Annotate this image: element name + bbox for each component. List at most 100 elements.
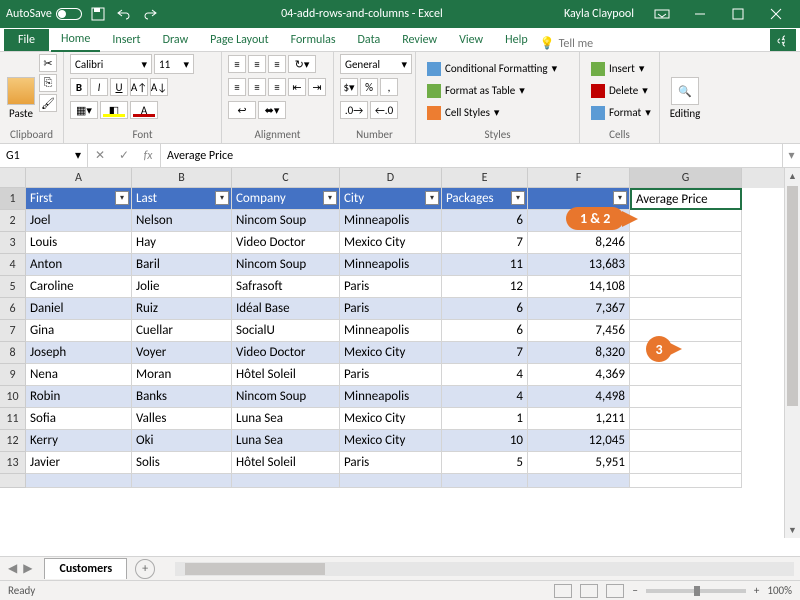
table-cell[interactable]: 13,683 (528, 254, 630, 276)
tab-review[interactable]: Review (392, 29, 447, 51)
table-cell[interactable]: Nelson (132, 210, 232, 232)
editing-button[interactable]: 🔍 Editing (666, 54, 704, 120)
table-cell[interactable]: Minneapolis (340, 320, 442, 342)
fx-icon[interactable]: fx (136, 149, 160, 163)
align-center-button[interactable]: ≡ (248, 78, 266, 96)
table-cell[interactable]: Mexico City (340, 408, 442, 430)
orientation-button[interactable]: ↻▾ (288, 55, 316, 73)
table-cell[interactable]: Nincom Soup (232, 210, 340, 232)
row-header-13[interactable]: 13 (0, 452, 26, 474)
table-cell[interactable]: Safrasoft (232, 276, 340, 298)
row-header-6[interactable]: 6 (0, 298, 26, 320)
table-cell[interactable] (630, 320, 742, 342)
table-cell[interactable]: Jolie (132, 276, 232, 298)
table-cell[interactable]: Minneapolis (340, 210, 442, 232)
delete-cells-button[interactable]: Delete▾ (586, 81, 653, 101)
bold-button[interactable]: B (70, 78, 88, 96)
increase-decimal-button[interactable]: .0→ (340, 101, 368, 119)
decrease-indent-button[interactable]: ⇤ (288, 78, 306, 96)
table-cell[interactable]: Oki (132, 430, 232, 452)
format-painter-icon[interactable]: 🖌 (39, 94, 57, 112)
shrink-font-button[interactable]: A↓ (150, 78, 168, 96)
table-cell[interactable]: Joel (26, 210, 132, 232)
share-button[interactable] (770, 29, 796, 51)
table-cell[interactable]: Sofia (26, 408, 132, 430)
user-name[interactable]: Kayla Claypool (564, 7, 634, 21)
table-cell[interactable]: Minneapolis (340, 386, 442, 408)
name-box[interactable]: G1▾ (0, 144, 88, 167)
table-header-cell[interactable]: Packages (442, 188, 528, 210)
increase-indent-button[interactable]: ⇥ (308, 78, 326, 96)
row-header-5[interactable]: 5 (0, 276, 26, 298)
cells-area[interactable]: 1 & 2 3 FirstLastCompanyCityPackagesAver… (26, 188, 784, 538)
tab-home[interactable]: Home (51, 28, 100, 52)
maximize-icon[interactable] (720, 0, 756, 28)
insert-cells-button[interactable]: Insert▾ (586, 59, 649, 79)
align-middle-button[interactable]: ≡ (248, 55, 266, 73)
table-cell[interactable]: 7,367 (528, 298, 630, 320)
select-all-corner[interactable] (0, 168, 26, 188)
redo-icon[interactable] (140, 4, 160, 24)
table-cell[interactable]: 5,951 (528, 452, 630, 474)
align-top-button[interactable]: ≡ (228, 55, 246, 73)
tab-help[interactable]: Help (495, 29, 538, 51)
table-cell[interactable] (630, 430, 742, 452)
table-cell[interactable] (442, 474, 528, 488)
table-cell[interactable] (630, 452, 742, 474)
table-header-cell[interactable]: Last (132, 188, 232, 210)
row-header-10[interactable]: 10 (0, 386, 26, 408)
table-cell[interactable]: 12 (442, 276, 528, 298)
horizontal-scrollbar[interactable] (175, 562, 794, 576)
table-cell[interactable]: 14,108 (528, 276, 630, 298)
table-cell[interactable]: Minneapolis (340, 254, 442, 276)
table-cell[interactable]: Mexico City (340, 342, 442, 364)
table-cell[interactable]: Paris (340, 276, 442, 298)
row-header-12[interactable]: 12 (0, 430, 26, 452)
vertical-scrollbar[interactable]: ▲ ▼ (784, 168, 800, 538)
row-header-2[interactable]: 2 (0, 210, 26, 232)
table-cell[interactable]: Paris (340, 452, 442, 474)
table-cell[interactable]: 1,211 (528, 408, 630, 430)
table-cell[interactable]: 6 (442, 210, 528, 232)
table-cell[interactable]: Banks (132, 386, 232, 408)
column-header-b[interactable]: B (132, 168, 232, 188)
filter-dropdown-icon[interactable] (115, 191, 129, 205)
autosave-toggle[interactable]: AutoSave (6, 7, 82, 21)
table-cell[interactable]: Video Doctor (232, 342, 340, 364)
table-cell[interactable]: Cuellar (132, 320, 232, 342)
underline-button[interactable]: U (110, 78, 128, 96)
sheet-next-icon[interactable]: ▶ (23, 561, 32, 576)
grow-font-button[interactable]: A↑ (130, 78, 148, 96)
italic-button[interactable]: I (90, 78, 108, 96)
filter-dropdown-icon[interactable] (215, 191, 229, 205)
table-cell[interactable]: Valles (132, 408, 232, 430)
table-cell[interactable]: Caroline (26, 276, 132, 298)
table-cell[interactable] (630, 210, 742, 232)
table-cell[interactable] (630, 386, 742, 408)
table-cell[interactable]: Nincom Soup (232, 254, 340, 276)
view-page-layout-icon[interactable] (580, 584, 598, 598)
undo-icon[interactable] (114, 4, 134, 24)
table-header-cell[interactable]: First (26, 188, 132, 210)
row-header-4[interactable]: 4 (0, 254, 26, 276)
table-cell[interactable]: 7 (442, 232, 528, 254)
row-header-11[interactable]: 11 (0, 408, 26, 430)
table-cell[interactable]: 5 (442, 452, 528, 474)
table-cell[interactable]: Hay (132, 232, 232, 254)
row-header[interactable] (0, 474, 26, 488)
row-header-8[interactable]: 8 (0, 342, 26, 364)
table-cell[interactable]: Nena (26, 364, 132, 386)
table-cell[interactable] (630, 474, 742, 488)
filter-dropdown-icon[interactable] (511, 191, 525, 205)
tab-formulas[interactable]: Formulas (281, 29, 346, 51)
table-cell[interactable] (630, 364, 742, 386)
table-cell[interactable]: Paris (340, 364, 442, 386)
table-cell[interactable] (630, 276, 742, 298)
table-cell[interactable]: Luna Sea (232, 408, 340, 430)
table-cell[interactable]: 6 (442, 298, 528, 320)
table-cell[interactable]: Hôtel Soleil (232, 452, 340, 474)
filter-dropdown-icon[interactable] (613, 191, 627, 205)
table-cell[interactable]: Nincom Soup (232, 386, 340, 408)
ribbon-options-icon[interactable] (644, 0, 680, 28)
row-header-9[interactable]: 9 (0, 364, 26, 386)
